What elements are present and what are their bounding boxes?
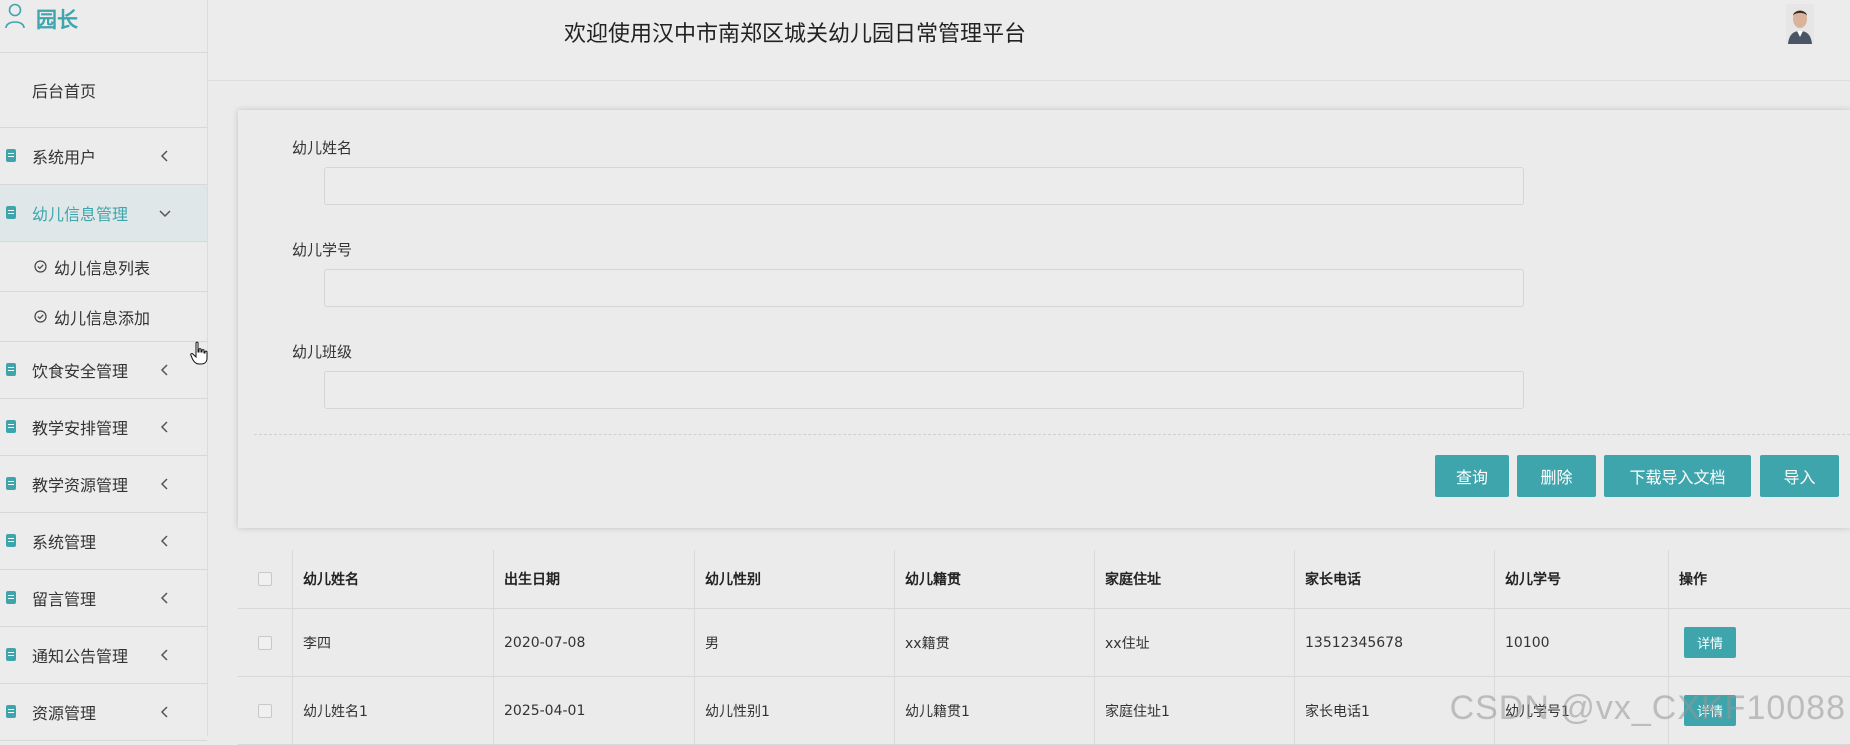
chevron-left-icon [160,150,168,162]
table-cell: 13512345678 [1294,609,1494,676]
download-template-button[interactable]: 下载导入文档 [1604,455,1751,497]
table-cell: 家庭住址1 [1094,677,1294,744]
document-icon [6,591,16,604]
table-cell: xx籍贯 [894,609,1094,676]
sidebar-item-label: 系统管理 [32,533,97,552]
sidebar-brand: 园长 [0,0,207,53]
document-icon [6,206,16,219]
document-icon [6,149,16,162]
sidebar-item-label: 教学安排管理 [32,419,129,438]
chevron-left-icon [160,535,168,547]
check-circle-icon [34,309,47,323]
sidebar-item-label: 饮食安全管理 [32,362,129,381]
column-header[interactable]: 幼儿籍贯 [894,550,1094,608]
row-select-cell [238,609,292,676]
field-label-child-id: 幼儿学号 [292,241,353,259]
table-cell: xx住址 [1094,609,1294,676]
sidebar-subitem-label: 幼儿信息添加 [54,308,151,328]
child-class-input[interactable] [324,371,1524,409]
sidebar-item-announcements[interactable]: 通知公告管理 [0,627,207,684]
user-icon [5,3,25,29]
sidebar-item-label: 系统用户 [32,148,97,167]
chevron-left-icon [160,649,168,661]
table-cell: 2025-04-01 [493,677,694,744]
row-select-cell [238,677,292,744]
column-header: 操作 [1668,550,1850,608]
document-icon [6,420,16,433]
column-header[interactable]: 幼儿姓名 [292,550,493,608]
chevron-left-icon [160,478,168,490]
chevron-left-icon [160,421,168,433]
action-cell: 详情 [1668,609,1850,676]
table-cell: 10100 [1494,609,1668,676]
table-row: 李四 2020-07-08 男 xx籍贯 xx住址 13512345678 10… [238,609,1850,677]
role-title: 园长 [36,8,78,32]
sidebar-item-system-management[interactable]: 系统管理 [0,513,207,570]
document-icon [6,648,16,661]
form-divider [254,434,1850,435]
table-cell: 幼儿姓名1 [292,677,493,744]
column-header[interactable]: 家庭住址 [1094,550,1294,608]
document-icon [6,534,16,547]
sidebar-item-resources[interactable]: 资源管理 [0,684,207,741]
table-header-row: 幼儿姓名 出生日期 幼儿性别 幼儿籍贯 家庭住址 家长电话 幼儿学号 操作 [238,550,1850,609]
sidebar-subitem-label: 幼儿信息列表 [54,258,151,278]
column-header[interactable]: 家长电话 [1294,550,1494,608]
field-label-child-name: 幼儿姓名 [292,139,353,157]
sidebar-item-label: 教学资源管理 [32,476,129,495]
check-circle-icon [34,259,47,273]
sidebar-item-home[interactable]: 后台首页 [0,53,207,128]
sidebar-subitem-child-list[interactable]: 幼儿信息列表 [0,242,207,292]
column-header[interactable]: 幼儿学号 [1494,550,1668,608]
hand-cursor-icon [190,341,208,365]
sidebar-item-system-users[interactable]: 系统用户 [0,128,207,185]
table-cell: 李四 [292,609,493,676]
table-cell: 男 [694,609,894,676]
row-checkbox[interactable] [258,635,272,650]
sidebar-item-food-safety[interactable]: 饮食安全管理 [0,342,207,399]
sidebar-item-label: 通知公告管理 [32,647,129,666]
query-button[interactable]: 查询 [1435,455,1509,497]
sidebar-item-label: 幼儿信息管理 [32,205,129,224]
child-name-input[interactable] [324,167,1524,205]
chevron-left-icon [160,706,168,718]
sidebar-item-teaching-resources[interactable]: 教学资源管理 [0,456,207,513]
chevron-left-icon [160,364,168,376]
search-form-panel: 幼儿姓名 幼儿学号 幼儿班级 查询 删除 下载导入文档 导入 [238,110,1850,528]
avatar[interactable] [1786,4,1814,44]
top-header: 欢迎使用汉中市南郑区城关幼儿园日常管理平台 [208,0,1850,81]
table-cell: 幼儿籍贯1 [894,677,1094,744]
sidebar-item-messages[interactable]: 留言管理 [0,570,207,627]
watermark: CSDN @vx_CXKF10088 [1449,689,1846,727]
delete-button[interactable]: 删除 [1517,455,1596,497]
select-all-checkbox[interactable] [258,572,272,586]
table-cell: 幼儿性别1 [694,677,894,744]
child-id-input[interactable] [324,269,1524,307]
document-icon [6,363,16,376]
sidebar-item-teaching-schedule[interactable]: 教学安排管理 [0,399,207,456]
sidebar-item-child-info[interactable]: 幼儿信息管理 [0,185,207,242]
chevron-down-icon [159,210,171,218]
column-header[interactable]: 出生日期 [493,550,694,608]
table-cell: 2020-07-08 [493,609,694,676]
platform-title: 欢迎使用汉中市南郑区城关幼儿园日常管理平台 [564,22,1027,47]
document-icon [6,477,16,490]
chevron-left-icon [160,592,168,604]
field-label-child-class: 幼儿班级 [292,343,353,361]
column-header[interactable]: 幼儿性别 [694,550,894,608]
sidebar-subitem-child-add[interactable]: 幼儿信息添加 [0,292,207,342]
detail-button[interactable]: 详情 [1684,627,1737,658]
sidebar: 园长 后台首页 系统用户 幼儿信息管理 幼儿信息列表 幼儿信息添加 饮食安全管理… [0,0,208,741]
select-all-cell [238,550,292,608]
sidebar-item-label: 资源管理 [32,704,97,723]
sidebar-item-label: 留言管理 [32,590,97,609]
import-button[interactable]: 导入 [1760,455,1839,497]
row-checkbox[interactable] [258,703,272,718]
document-icon [6,705,16,718]
